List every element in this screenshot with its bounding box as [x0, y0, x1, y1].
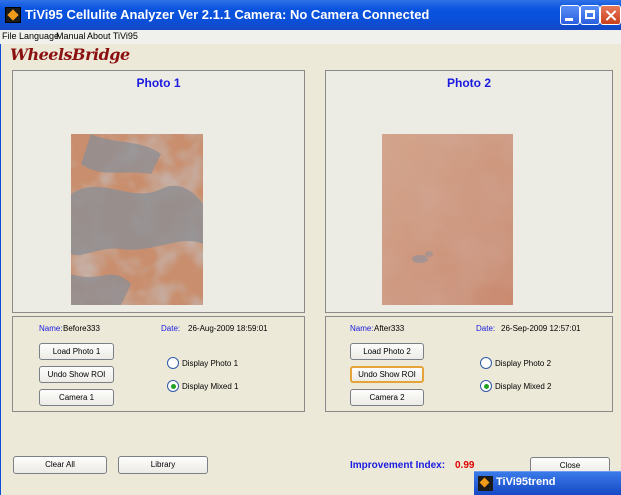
display-photo2-radio[interactable] — [480, 357, 492, 369]
photo2-title: Photo 2 — [447, 76, 491, 90]
camera2-button[interactable]: Camera 2 — [350, 389, 424, 406]
photo2-date-label: Date: — [476, 324, 496, 333]
undo-roi2-button[interactable]: Undo Show ROI — [350, 366, 424, 383]
logo: WheelsBridge — [10, 45, 130, 64]
photo1-name-label: Name: — [39, 324, 63, 333]
photo2-info-panel: Name: After333 Date: 26-Sep-2009 12:57:0… — [325, 316, 613, 412]
photo2-name-value: After333 — [374, 324, 405, 333]
undo-roi1-button[interactable]: Undo Show ROI — [39, 366, 114, 383]
photo1-date-value: 26-Aug-2009 18:59:01 — [188, 324, 268, 333]
menu-bar: File Language Manual About TiVi95 — [0, 30, 621, 44]
title-bar[interactable]: TiVi95 Cellulite Analyzer Ver 2.1.1 Came… — [0, 0, 621, 30]
display-mixed2-radio[interactable] — [480, 380, 492, 392]
photo2-date-value: 26-Sep-2009 12:57:01 — [501, 324, 581, 333]
menu-language[interactable]: Language — [19, 31, 59, 41]
menu-about[interactable]: About TiVi95 — [87, 31, 138, 41]
photo1-date-label: Date: — [161, 324, 181, 333]
display-mixed1-label: Display Mixed 1 — [182, 382, 239, 391]
clear-all-button[interactable]: Clear All — [13, 456, 107, 474]
display-mixed2-label: Display Mixed 2 — [495, 382, 552, 391]
menu-file[interactable]: File — [2, 31, 17, 41]
photo1-panel: Photo 1 — [12, 70, 305, 313]
minimize-button[interactable] — [560, 5, 580, 25]
photo2-name-label: Name: — [350, 324, 374, 333]
menu-manual[interactable]: Manual — [56, 31, 86, 41]
app-icon — [5, 7, 21, 23]
display-mixed1-radio[interactable] — [167, 380, 179, 392]
load-photo1-button[interactable]: Load Photo 1 — [39, 343, 114, 360]
display-photo2-label: Display Photo 2 — [495, 359, 552, 368]
taskbar-item-tivi95trend[interactable]: TiVi95trend — [474, 471, 621, 495]
display-photo1-label: Display Photo 1 — [182, 359, 239, 368]
camera1-button[interactable]: Camera 1 — [39, 389, 114, 406]
photo2-panel: Photo 2 — [325, 70, 613, 313]
library-button[interactable]: Library — [118, 456, 208, 474]
photo2-image — [382, 134, 513, 305]
improvement-index-label: Improvement Index: — [350, 460, 446, 471]
app-icon — [478, 476, 493, 491]
maximize-button[interactable] — [580, 5, 600, 25]
taskbar-item-label: TiVi95trend — [496, 476, 556, 488]
improvement-index-value: 0.99 — [455, 460, 475, 471]
window-title: TiVi95 Cellulite Analyzer Ver 2.1.1 Came… — [25, 7, 430, 22]
display-photo1-radio[interactable] — [167, 357, 179, 369]
photo1-title: Photo 1 — [136, 76, 181, 90]
load-photo2-button[interactable]: Load Photo 2 — [350, 343, 424, 360]
photo1-image — [71, 134, 203, 305]
close-window-button[interactable] — [600, 5, 621, 25]
photo1-info-panel: Name: Before333 Date: 26-Aug-2009 18:59:… — [12, 316, 305, 412]
photo1-name-value: Before333 — [63, 324, 100, 333]
